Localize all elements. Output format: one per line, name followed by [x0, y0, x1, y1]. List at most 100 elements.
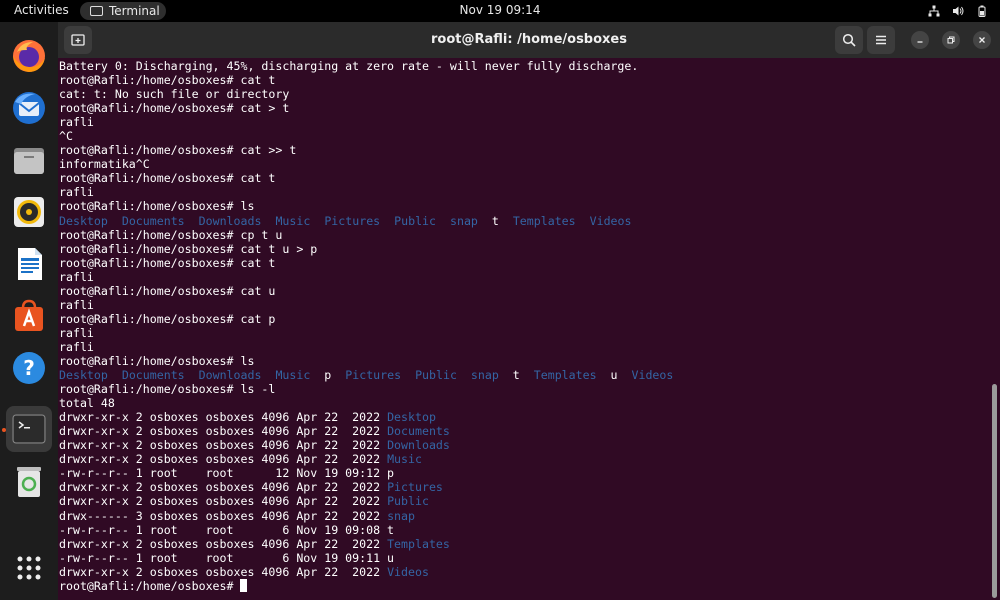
terminal-line: root@Rafli:/home/osboxes# cat t — [59, 171, 1000, 185]
terminal-line: drwxr-xr-x 2 osboxes osboxes 4096 Apr 22… — [59, 494, 1000, 508]
terminal-line: Desktop Documents Downloads Music Pictur… — [59, 214, 1000, 228]
app-menu-label: Terminal — [109, 4, 160, 18]
battery-icon — [978, 5, 986, 17]
terminal-text: Battery 0: Discharging, 45%, discharging… — [59, 59, 639, 73]
terminal-text: u — [596, 368, 632, 383]
dock-item-help[interactable]: ? — [6, 345, 52, 391]
terminal-text: rafli — [59, 297, 94, 312]
terminal-text: t — [477, 213, 513, 228]
dock-item-app-center[interactable] — [6, 293, 52, 339]
minimize-icon — [917, 41, 923, 43]
dock-item-terminal[interactable] — [6, 406, 52, 452]
terminal-text: rafli — [59, 269, 94, 284]
terminal-icon — [12, 414, 46, 444]
terminal-cursor — [240, 578, 248, 592]
new-tab-button[interactable] — [64, 26, 92, 54]
scrollbar[interactable] — [992, 384, 997, 598]
terminal-line: rafli — [59, 270, 1000, 284]
svg-text:?: ? — [23, 356, 35, 380]
terminal-line: -rw-r--r-- 1 root root 12 Nov 19 09:12 p — [59, 466, 1000, 480]
minimize-button[interactable] — [911, 31, 929, 49]
window-titlebar[interactable]: root@Rafli: /home/osboxes — [58, 22, 1000, 58]
dock-item-firefox[interactable] — [6, 33, 52, 79]
network-icon — [928, 5, 940, 17]
terminal-text: root@Rafli:/home/osboxes# cat t — [59, 255, 276, 270]
window-title: root@Rafli: /home/osboxes — [431, 32, 627, 47]
dock-item-trash[interactable] — [6, 459, 52, 505]
search-button[interactable] — [835, 26, 863, 54]
terminal-line: root@Rafli:/home/osboxes# cp t u — [59, 228, 1000, 242]
directory-name: Desktop — [387, 410, 436, 425]
terminal-line: rafli — [59, 185, 1000, 199]
terminal-app-icon — [90, 6, 103, 16]
dock-item-thunderbird[interactable] — [6, 85, 52, 131]
activities-button[interactable]: Activities — [14, 3, 69, 17]
terminal-line: drwxr-xr-x 2 osboxes osboxes 4096 Apr 22… — [59, 452, 1000, 466]
directory-name: Templates — [533, 368, 597, 383]
dock-item-files[interactable] — [6, 137, 52, 183]
app-menu-button[interactable]: Terminal — [80, 2, 166, 20]
terminal-text: drwxr-xr-x 2 osboxes osboxes 4096 Apr 22… — [59, 536, 388, 551]
maximize-button[interactable] — [942, 31, 960, 49]
terminal-text: drwxr-xr-x 2 osboxes osboxes 4096 Apr 22… — [59, 438, 388, 453]
terminal-line: total 48 — [59, 396, 1000, 410]
terminal-text: drwxr-xr-x 2 osboxes osboxes 4096 Apr 22… — [59, 564, 388, 579]
directory-name: Public — [394, 213, 437, 228]
terminal-line: informatika^C — [59, 157, 1000, 171]
running-indicator — [2, 428, 6, 432]
directory-name: Music — [275, 213, 311, 228]
terminal-line: root@Rafli:/home/osboxes# cat > t — [59, 101, 1000, 115]
system-tray[interactable] — [928, 3, 988, 19]
terminal-text: drwxr-xr-x 2 osboxes osboxes 4096 Apr 22… — [59, 480, 388, 495]
clock[interactable]: Nov 19 09:14 — [460, 3, 541, 17]
directory-name: Downloads — [198, 213, 262, 228]
terminal-text: root@Rafli:/home/osboxes# ls — [59, 199, 255, 214]
terminal-line: root@Rafli:/home/osboxes# ls -l — [59, 382, 1000, 396]
dock-item-writer[interactable] — [6, 241, 52, 287]
directory-name: Public — [387, 494, 429, 509]
terminal-text: root@Rafli:/home/osboxes# — [59, 578, 241, 593]
terminal-text: drwxr-xr-x 2 osboxes osboxes 4096 Apr 22… — [59, 452, 388, 467]
terminal-text: root@Rafli:/home/osboxes# cat t u > p — [59, 241, 318, 256]
directory-name: Pictures — [387, 480, 443, 495]
trash-icon — [17, 467, 41, 497]
terminal-text: drwx------ 3 osboxes osboxes 4096 Apr 22… — [59, 508, 388, 523]
close-button[interactable] — [973, 31, 991, 49]
terminal-text: cat: t: No such file or directory — [59, 87, 290, 102]
terminal-line: root@Rafli:/home/osboxes# cat p — [59, 312, 1000, 326]
terminal-line: root@Rafli:/home/osboxes# ls — [59, 354, 1000, 368]
hamburger-menu-icon — [876, 35, 886, 45]
terminal-line: drwxr-xr-x 2 osboxes osboxes 4096 Apr 22… — [59, 565, 1000, 579]
terminal-text: informatika^C — [59, 157, 150, 172]
terminal-line: root@Rafli:/home/osboxes# — [59, 578, 1000, 593]
terminal-line: drwx------ 3 osboxes osboxes 4096 Apr 22… — [59, 509, 1000, 523]
terminal-line: Desktop Documents Downloads Music p Pict… — [59, 368, 1000, 382]
menu-button[interactable] — [867, 26, 895, 54]
terminal-text: drwxr-xr-x 2 osboxes osboxes 4096 Apr 22… — [59, 424, 388, 439]
directory-name: Music — [275, 368, 311, 383]
dock-item-rhythmbox[interactable] — [6, 189, 52, 235]
terminal-line: drwxr-xr-x 2 osboxes osboxes 4096 Apr 22… — [59, 410, 1000, 424]
terminal-line: -rw-r--r-- 1 root root 6 Nov 19 09:11 u — [59, 551, 1000, 565]
directory-name: snap — [470, 368, 499, 383]
terminal-line: root@Rafli:/home/osboxes# cat t u > p — [59, 242, 1000, 256]
directory-name: Videos — [631, 368, 674, 383]
directory-name: Documents — [387, 424, 450, 439]
terminal-line: rafli — [59, 115, 1000, 129]
terminal-text: root@Rafli:/home/osboxes# cat p — [59, 311, 276, 326]
show-apps-button[interactable] — [6, 545, 52, 591]
terminal-text: t — [498, 368, 534, 383]
terminal-output[interactable]: Battery 0: Discharging, 45%, discharging… — [58, 58, 1000, 600]
restore-icon — [947, 36, 955, 44]
rhythmbox-icon — [14, 197, 44, 227]
directory-name: snap — [387, 508, 415, 523]
directory-name: Downloads — [387, 438, 450, 453]
directory-name: snap — [449, 213, 478, 228]
terminal-text: -rw-r--r-- 1 root root 6 Nov 19 09:08 t — [59, 522, 395, 537]
directory-name: Templates — [512, 213, 576, 228]
directory-name: Public — [415, 368, 457, 383]
